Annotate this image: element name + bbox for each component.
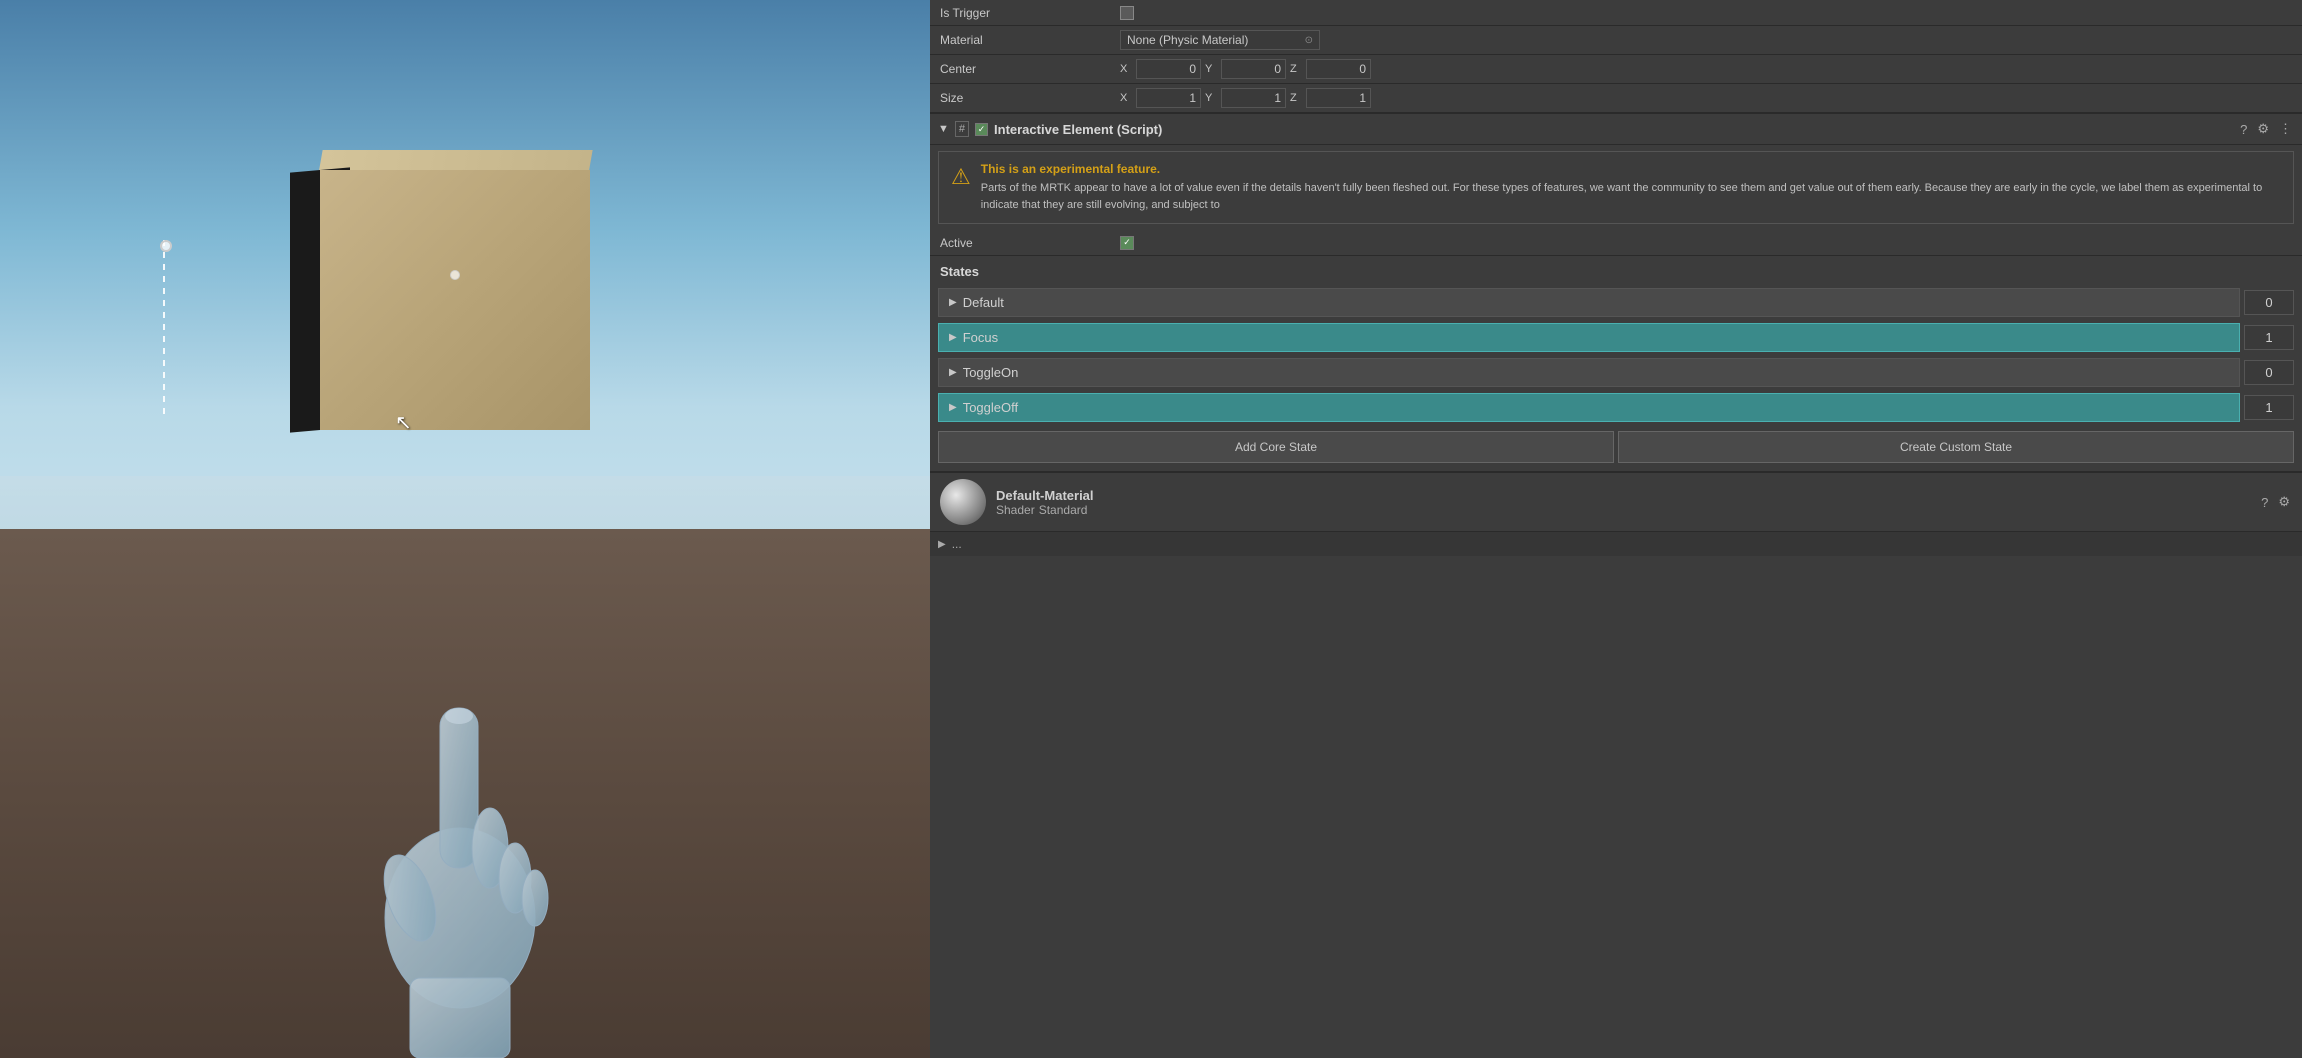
3d-cube xyxy=(290,150,600,460)
center-row: Center X Y Z xyxy=(930,55,2302,84)
material-shader: Shader Standard xyxy=(996,503,2249,517)
is-trigger-checkbox[interactable] xyxy=(1120,6,1134,20)
size-z-input[interactable] xyxy=(1306,88,1371,108)
shader-value: Standard xyxy=(1039,503,1088,517)
active-label: Active xyxy=(940,236,1120,250)
center-z-input[interactable] xyxy=(1306,59,1371,79)
state-name-toggleon: ToggleOn xyxy=(963,365,1019,380)
state-action-buttons: Add Core State Create Custom State xyxy=(938,431,2294,463)
state-arrow-default: ▶ xyxy=(949,297,957,308)
component-enabled-checkbox[interactable]: ✓ xyxy=(975,123,988,136)
warning-title: This is an experimental feature. xyxy=(981,162,2281,176)
shader-label: Shader xyxy=(996,503,1035,517)
material-settings-icon[interactable]: ⚙ xyxy=(2276,492,2292,512)
active-checkbox[interactable]: ✓ xyxy=(1120,236,1134,250)
hand-gesture xyxy=(320,608,600,1058)
material-value: None (Physic Material) ⊙ xyxy=(1120,30,2292,50)
state-value-toggleon: 0 xyxy=(2244,360,2294,385)
cube-front-face xyxy=(320,170,590,430)
inspector-panel: Is Trigger Material None (Physic Materia… xyxy=(930,0,2302,1058)
center-z-label: Z xyxy=(1290,63,1302,75)
center-xyz: X Y Z xyxy=(1120,59,2292,79)
state-button-toggleoff[interactable]: ▶ ToggleOff xyxy=(938,393,2240,422)
material-name: Default-Material xyxy=(996,488,2249,503)
state-value-default: 0 xyxy=(2244,290,2294,315)
state-name-toggleoff: ToggleOff xyxy=(963,400,1018,415)
scene-viewport[interactable]: ↖ xyxy=(0,0,930,1058)
center-x-input[interactable] xyxy=(1136,59,1201,79)
size-x-label: X xyxy=(1120,92,1132,104)
size-row: Size X Y Z xyxy=(930,84,2302,113)
material-info: Default-Material Shader Standard xyxy=(996,488,2249,517)
default-material-section: Default-Material Shader Standard ? ⚙ xyxy=(930,471,2302,531)
states-section-header: States xyxy=(930,256,2302,283)
material-row: Material None (Physic Material) ⊙ xyxy=(930,26,2302,55)
collapsed-section-arrow: ▶ xyxy=(938,539,946,550)
state-arrow-focus: ▶ xyxy=(949,332,957,343)
center-x-label: X xyxy=(1120,63,1132,75)
is-trigger-value xyxy=(1120,6,2292,20)
collapsed-section-label: ... xyxy=(952,537,962,551)
collapsed-bottom-section[interactable]: ▶ ... xyxy=(930,531,2302,556)
interactive-element-header: ▼ # ✓ Interactive Element (Script) ? ⚙ ⋮ xyxy=(930,113,2302,145)
size-label: Size xyxy=(940,91,1120,105)
is-trigger-row: Is Trigger xyxy=(930,0,2302,26)
state-name-default: Default xyxy=(963,295,1004,310)
component-icon-group: ? ⚙ ⋮ xyxy=(2238,119,2294,139)
center-label: Center xyxy=(940,62,1120,76)
component-collapse-arrow[interactable]: ▼ xyxy=(938,123,949,135)
active-row: Active ✓ xyxy=(930,230,2302,256)
state-value-toggleoff: 1 xyxy=(2244,395,2294,420)
component-help-icon[interactable]: ? xyxy=(2238,120,2249,139)
is-trigger-label: Is Trigger xyxy=(940,6,1120,20)
dashed-line xyxy=(163,240,165,420)
state-button-toggleon[interactable]: ▶ ToggleOn xyxy=(938,358,2240,387)
size-y-label: Y xyxy=(1205,92,1217,104)
size-z-label: Z xyxy=(1290,92,1302,104)
warning-text: Parts of the MRTK appear to have a lot o… xyxy=(981,180,2281,213)
material-dropdown-text: None (Physic Material) xyxy=(1127,33,1248,47)
size-y-input[interactable] xyxy=(1221,88,1286,108)
component-menu-icon[interactable]: ⋮ xyxy=(2277,119,2294,139)
material-help-icon[interactable]: ? xyxy=(2259,493,2270,512)
experimental-warning: ⚠ This is an experimental feature. Parts… xyxy=(938,151,2294,224)
material-dropdown[interactable]: None (Physic Material) ⊙ xyxy=(1120,30,1320,50)
size-xyz: X Y Z xyxy=(1120,88,2292,108)
warning-triangle-icon: ⚠ xyxy=(951,164,971,190)
material-label: Material xyxy=(940,33,1120,47)
state-button-focus[interactable]: ▶ Focus xyxy=(938,323,2240,352)
size-x-input[interactable] xyxy=(1136,88,1201,108)
component-settings-icon[interactable]: ⚙ xyxy=(2255,119,2271,139)
state-row-toggleoff: ▶ ToggleOff 1 xyxy=(938,391,2294,423)
center-y-input[interactable] xyxy=(1221,59,1286,79)
component-title: Interactive Element (Script) xyxy=(994,122,2232,137)
component-hash-icon: # xyxy=(955,121,969,137)
material-icon-group: ? ⚙ xyxy=(2259,492,2292,512)
state-arrow-toggleon: ▶ xyxy=(949,367,957,378)
state-button-default[interactable]: ▶ Default xyxy=(938,288,2240,317)
center-y-label: Y xyxy=(1205,63,1217,75)
add-core-state-button[interactable]: Add Core State xyxy=(938,431,1614,463)
create-custom-state-button[interactable]: Create Custom State xyxy=(1618,431,2294,463)
warning-content: This is an experimental feature. Parts o… xyxy=(981,162,2281,213)
state-row-focus: ▶ Focus 1 xyxy=(938,321,2294,353)
material-dropdown-circle: ⊙ xyxy=(1305,35,1313,46)
state-row-default: ▶ Default 0 xyxy=(938,286,2294,318)
mouse-cursor-icon: ↖ xyxy=(395,410,412,435)
state-name-focus: Focus xyxy=(963,330,998,345)
state-row-toggleon: ▶ ToggleOn 0 xyxy=(938,356,2294,388)
cursor-dot xyxy=(160,240,172,252)
material-sphere-preview xyxy=(940,479,986,525)
state-arrow-toggleoff: ▶ xyxy=(949,402,957,413)
state-value-focus: 1 xyxy=(2244,325,2294,350)
cube-dot xyxy=(450,270,460,280)
